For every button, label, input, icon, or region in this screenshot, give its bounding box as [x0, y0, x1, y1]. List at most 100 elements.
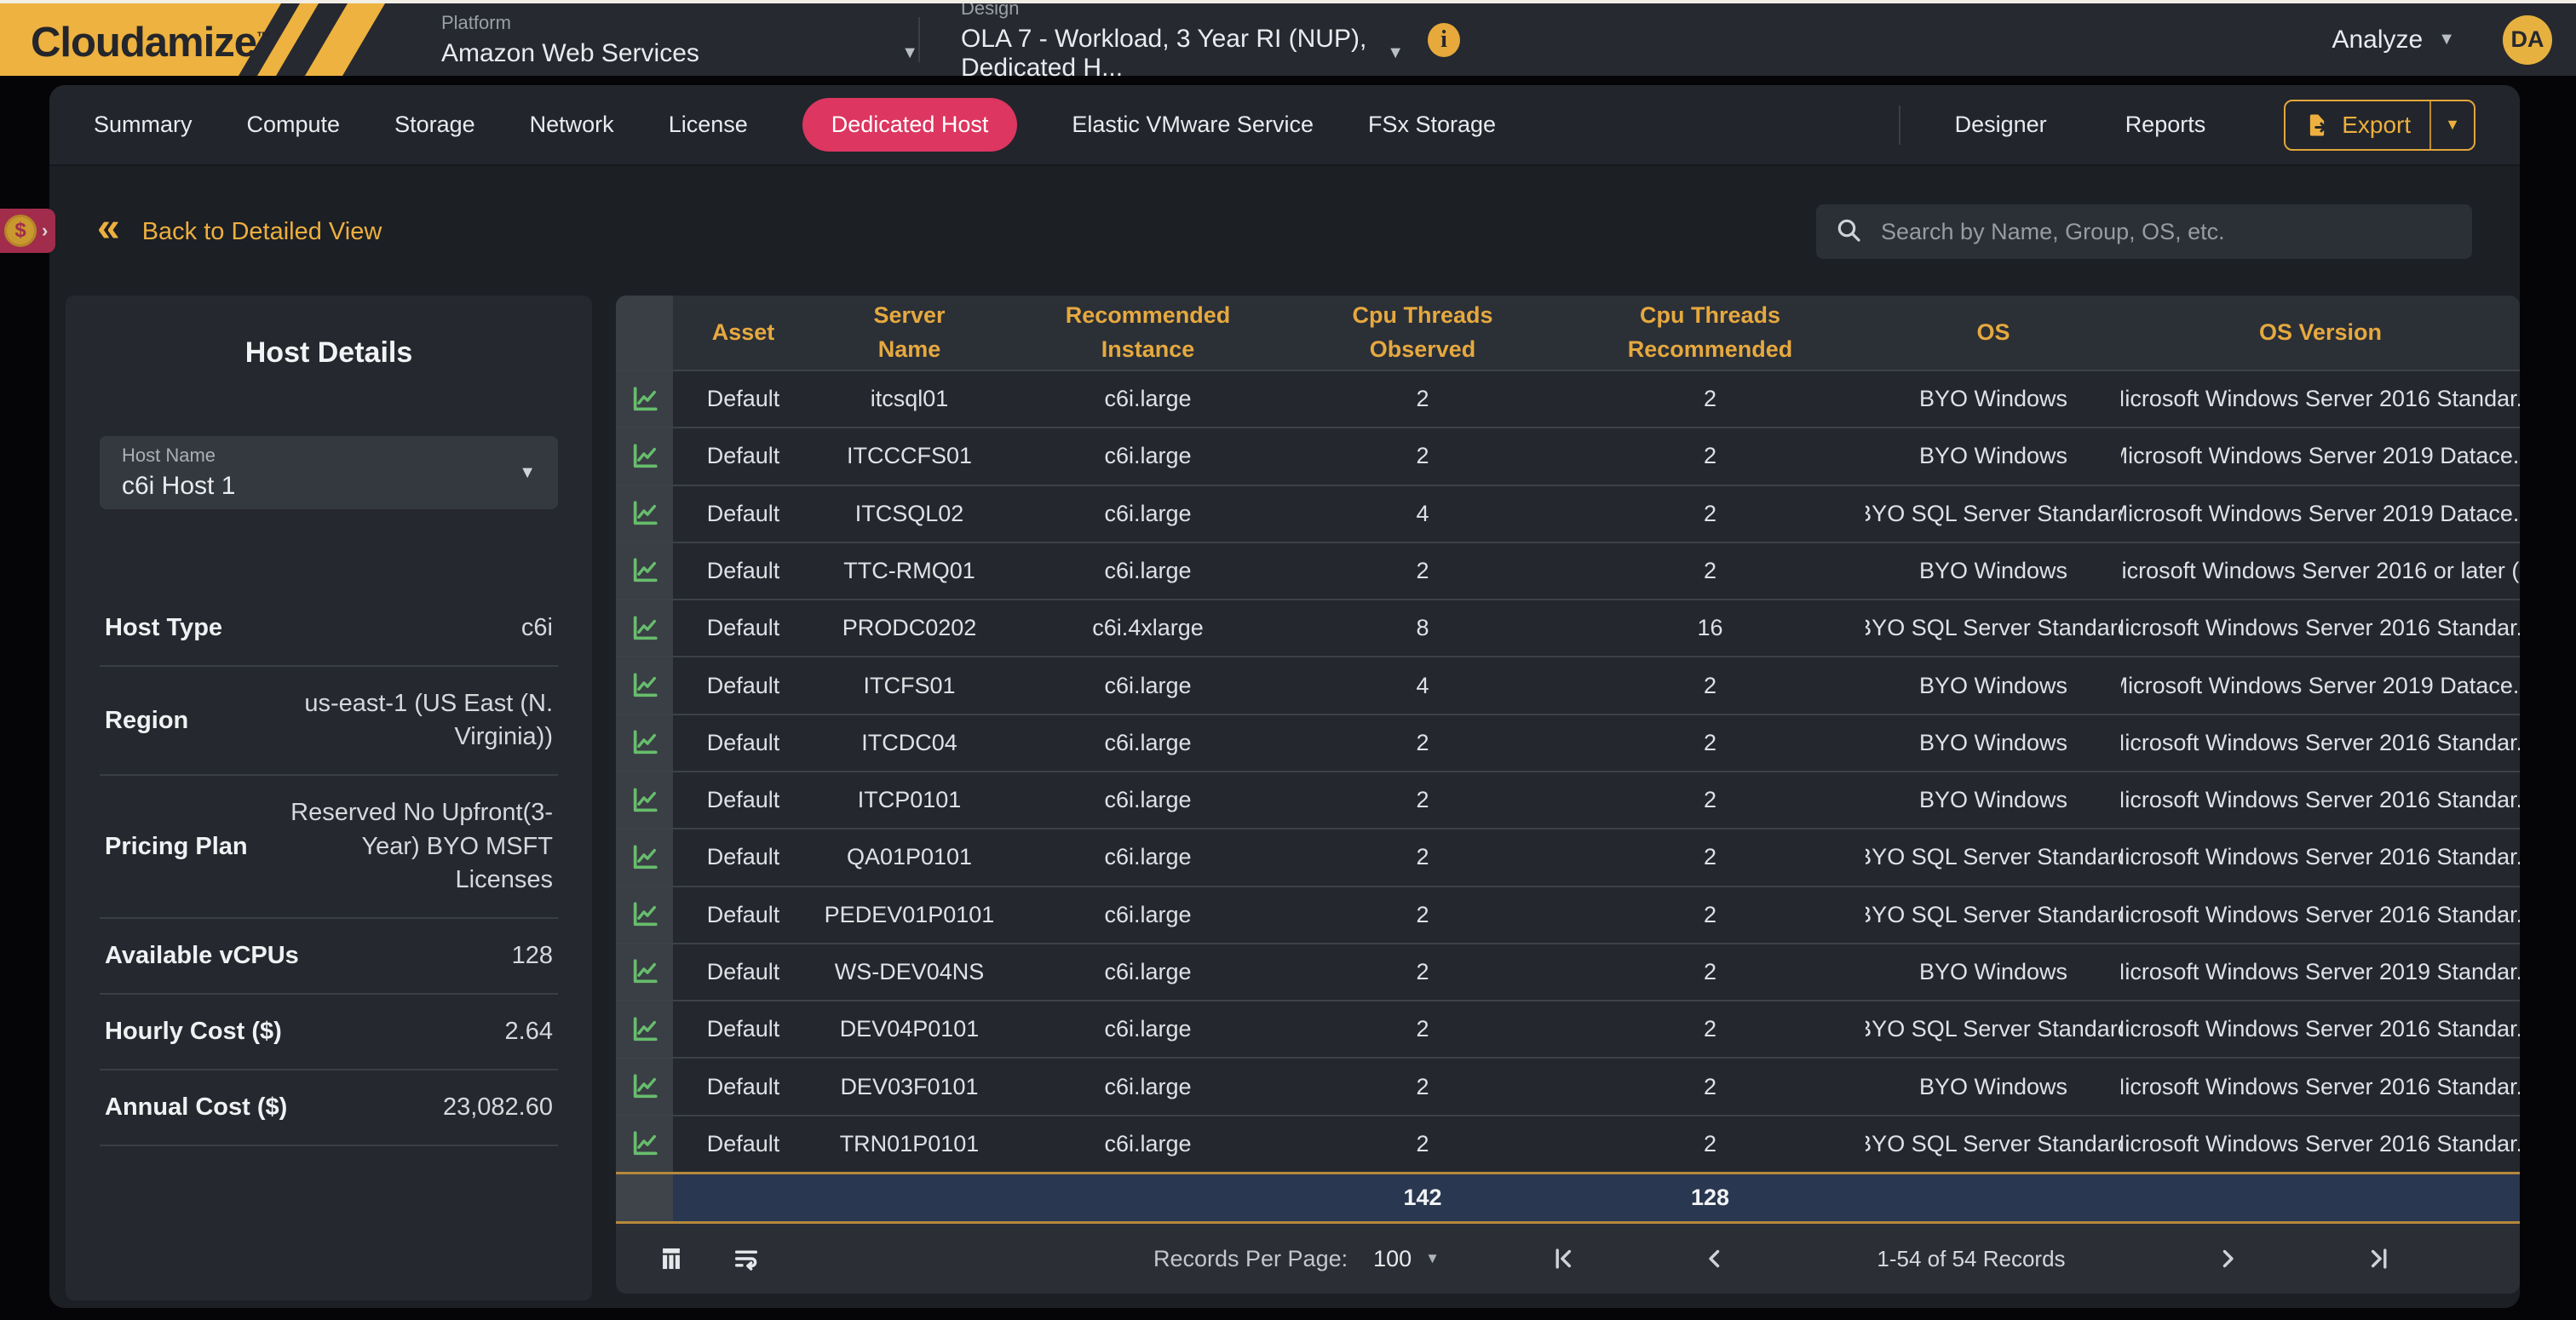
row-chart-button[interactable] — [616, 715, 673, 771]
cell-server: ITCSQL02 — [814, 486, 1005, 542]
last-page-button[interactable] — [2356, 1237, 2401, 1281]
row-chart-button[interactable] — [616, 543, 673, 599]
nav-tabs: Summary Compute Storage Network License Dedic… — [94, 98, 1496, 152]
table-row: DefaultITCSQL02c6i.large42BYO SQL Server… — [616, 485, 2520, 542]
cell-server: ITCFS01 — [814, 657, 1005, 713]
chevron-down-icon[interactable]: ▼ — [1387, 43, 1404, 63]
table-row: DefaultQA01P0101c6i.large22BYO SQL Serve… — [616, 828, 2520, 885]
cell-cpu-rec: 2 — [1555, 887, 1866, 943]
host-detail-row-available-vcpus: Available vCPUs128 — [100, 919, 558, 995]
export-dropdown-caret[interactable]: ▼ — [2431, 116, 2474, 134]
row-chart-button[interactable] — [616, 1059, 673, 1114]
row-chart-button[interactable] — [616, 1001, 673, 1057]
detail-label: Annual Cost ($) — [105, 1093, 287, 1122]
avatar[interactable]: DA — [2503, 15, 2552, 65]
detail-label: Hourly Cost ($) — [105, 1018, 282, 1046]
info-icon[interactable]: i — [1428, 23, 1460, 57]
platform-select[interactable]: Platform Amazon Web Services ▼ — [441, 3, 918, 76]
cell-server: TTC-RMQ01 — [814, 543, 1005, 599]
wrap-text-icon[interactable] — [732, 1244, 761, 1273]
detail-value: 23,082.60 — [443, 1091, 553, 1124]
row-chart-button[interactable] — [616, 829, 673, 885]
tab-fsx-storage[interactable]: FSx Storage — [1368, 112, 1496, 138]
table-row: DefaultITCFS01c6i.large42BYO WindowsMicr… — [616, 656, 2520, 713]
row-chart-button[interactable] — [616, 772, 673, 828]
reports-link[interactable]: Reports — [2125, 112, 2206, 138]
tab-dedicated-host[interactable]: Dedicated Host — [802, 98, 1018, 152]
detail-value: c6i — [521, 611, 553, 645]
previous-page-button[interactable] — [1693, 1237, 1737, 1281]
row-chart-button[interactable] — [616, 428, 673, 484]
cell-os: BYO SQL Server Standard — [1866, 1001, 2121, 1057]
designer-link[interactable]: Designer — [1955, 112, 2047, 138]
column-header-asset[interactable]: Asset — [673, 296, 814, 370]
cell-os: BYO Windows — [1866, 428, 2121, 484]
tab-elastic-vmware-service[interactable]: Elastic VMware Service — [1072, 112, 1314, 138]
row-chart-button[interactable] — [616, 887, 673, 943]
back-to-detailed-view-link[interactable]: « Back to Detailed View — [97, 218, 382, 246]
cell-os: BYO Windows — [1866, 944, 2121, 1000]
cell-cpu-rec: 2 — [1555, 715, 1866, 771]
row-chart-button[interactable] — [616, 486, 673, 542]
cell-asset: Default — [673, 944, 814, 1000]
cell-os: BYO Windows — [1866, 1059, 2121, 1114]
chevron-down-icon[interactable]: ▼ — [519, 463, 536, 483]
analyze-menu[interactable]: Analyze ▼ — [2332, 26, 2455, 55]
table-body: Defaultitcsql01c6i.large22BYO WindowsMic… — [616, 370, 2520, 1172]
platform-value: Amazon Web Services — [441, 39, 699, 68]
chevron-right-icon: › — [42, 220, 48, 242]
host-name-select[interactable]: Host Name c6i Host 1 ▼ — [100, 436, 558, 509]
chevron-down-icon[interactable]: ▼ — [1425, 1250, 1440, 1267]
design-select[interactable]: Design OLA 7 - Workload, 3 Year RI (NUP)… — [961, 3, 1404, 76]
next-page-button[interactable] — [2205, 1237, 2250, 1281]
host-detail-rows: Host Typec6iRegionus-east-1 (US East (N.… — [100, 591, 558, 1146]
cell-asset: Default — [673, 887, 814, 943]
cell-cpu-rec: 16 — [1555, 600, 1866, 656]
cell-asset: Default — [673, 600, 814, 656]
records-per-page-value[interactable]: 100 — [1373, 1246, 1412, 1272]
chevron-down-icon[interactable]: ▼ — [901, 43, 918, 63]
host-detail-row-annual-cost: Annual Cost ($) 23,082.60 — [100, 1070, 558, 1146]
cell-cpu-obs: 2 — [1291, 1059, 1555, 1114]
cell-instance: c6i.large — [1005, 543, 1291, 599]
tab-storage[interactable]: Storage — [394, 112, 475, 138]
cell-instance: c6i.large — [1005, 657, 1291, 713]
tab-network[interactable]: Network — [530, 112, 614, 138]
column-header-cpu-threads-observed[interactable]: Cpu Threads Observed — [1291, 296, 1555, 370]
cell-os-version: Microsoft Windows Server 2016 Standar... — [2121, 1001, 2520, 1057]
cell-cpu-rec: 2 — [1555, 829, 1866, 885]
cell-server: PRODC0202 — [814, 600, 1005, 656]
table-header-row: AssetServer NameRecommended InstanceCpu … — [616, 296, 2520, 370]
cell-cpu-rec: 2 — [1555, 1059, 1866, 1114]
cell-cpu-rec: 2 — [1555, 543, 1866, 599]
cell-instance: c6i.large — [1005, 715, 1291, 771]
tab-compute[interactable]: Compute — [247, 112, 341, 138]
cell-cpu-rec: 2 — [1555, 657, 1866, 713]
tab-summary[interactable]: Summary — [94, 112, 193, 138]
cell-cpu-obs: 8 — [1291, 600, 1555, 656]
export-button[interactable]: Export ▼ — [2284, 100, 2475, 151]
cell-os-version: Microsoft Windows Server 2019 Standar... — [2121, 944, 2520, 1000]
search-box[interactable] — [1816, 204, 2472, 259]
column-view-icon[interactable] — [657, 1244, 686, 1273]
column-header-cpu-threads-recommended[interactable]: Cpu Threads Recommended — [1555, 296, 1866, 370]
row-chart-button[interactable] — [616, 657, 673, 713]
host-detail-row-hourly-cost: Hourly Cost ($)2.64 — [100, 995, 558, 1070]
cell-cpu-obs: 2 — [1291, 1001, 1555, 1057]
column-header-server-name[interactable]: Server Name — [814, 296, 1005, 370]
cost-side-tab[interactable]: $ › — [0, 209, 55, 253]
row-chart-button[interactable] — [616, 944, 673, 1000]
row-chart-button[interactable] — [616, 371, 673, 427]
app-window: Cloudamize™ Platform Amazon Web Services… — [0, 0, 2576, 1320]
column-header-os[interactable]: OS — [1866, 296, 2121, 370]
cell-os-version: Microsoft Windows Server 2016 Standar... — [2121, 1059, 2520, 1114]
search-input[interactable] — [1879, 218, 2453, 246]
table-footer: Records Per Page: 100 ▼ 1-54 of 5 — [616, 1224, 2520, 1294]
row-chart-button[interactable] — [616, 600, 673, 656]
first-page-button[interactable] — [1542, 1237, 1586, 1281]
cell-server: WS-DEV04NS — [814, 944, 1005, 1000]
row-chart-button[interactable] — [616, 1116, 673, 1172]
column-header-os-version[interactable]: OS Version — [2121, 296, 2520, 370]
column-header-recommended-instance[interactable]: Recommended Instance — [1005, 296, 1291, 370]
tab-license[interactable]: License — [669, 112, 748, 138]
